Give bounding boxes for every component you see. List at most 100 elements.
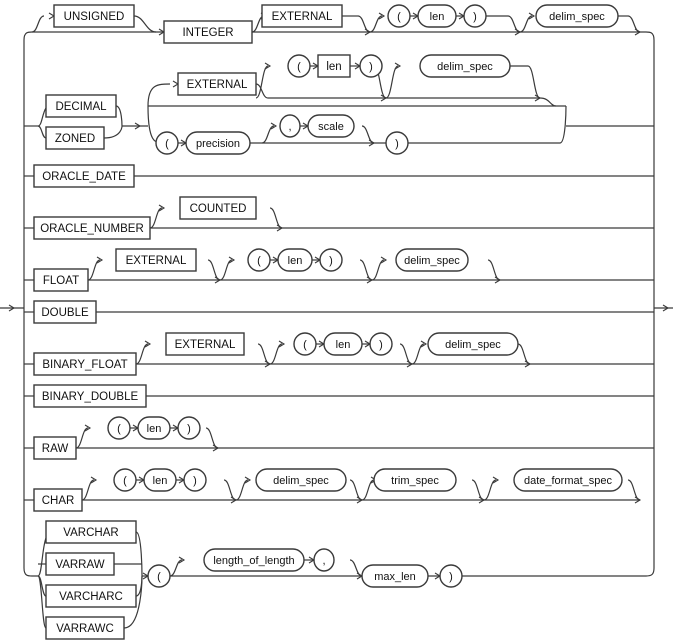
keyword-label: DECIMAL [55,101,107,113]
term-label: ) [449,571,453,583]
keyword-label: CHAR [42,495,75,507]
term-delim_spec: delim_spec [419,54,511,78]
term-scale: scale [307,114,355,138]
term-len: len [143,468,177,492]
term-delim_spec: delim_spec [427,332,519,356]
keyword-zoned: ZONED [45,126,105,150]
railroad-diagram: UNSIGNED INTEGER EXTERNAL ( len) delim_spec DE… [0,4,673,640]
connector-line [223,479,237,501]
term-lparen: ( [107,416,131,440]
term-label: ) [395,138,399,150]
term-label: len [288,255,303,267]
keyword-varraw: VARRAW [45,552,115,576]
connector-line [147,105,159,143]
keyword-raw: RAW [33,436,77,460]
term-rparen: ) [369,332,393,356]
connector-line [103,125,123,139]
term-trim_spec: trim_spec [373,468,457,492]
connector-line [269,207,283,229]
keyword-varcharc: VARCHARC [45,584,137,608]
connector-line [361,479,375,501]
keyword-float: FLOAT [33,268,89,292]
term-label: ( [123,475,127,487]
connector-line [115,105,123,127]
term-label: ( [117,423,121,435]
connector-line [399,343,413,365]
connector-line [385,65,399,99]
connector-line [507,15,521,33]
term-label: ) [329,255,333,267]
connector-line [487,259,501,281]
term-rparen: ) [177,416,201,440]
connector-line [408,105,567,144]
term-lparen: ( [155,131,179,155]
keyword-double: DOUBLE [33,300,97,324]
keyword-label: ORACLE_DATE [42,171,126,183]
term-precision: precision [185,131,251,155]
keyword-label: UNSIGNED [64,11,125,23]
keyword-external: EXTERNAL [115,248,197,272]
connector-line [135,343,149,365]
keyword-label: BINARY_DOUBLE [42,391,139,403]
connector-line [517,343,531,365]
term-date_format_spec: date_format_spec [513,468,623,492]
connector-line [37,125,47,139]
term-label: ) [187,423,191,435]
connector-line [462,567,655,577]
term-label: ) [473,11,477,23]
connector-line [357,15,371,33]
keyword-label: VARCHARC [59,591,123,603]
keyword-label: FLOAT [43,275,79,287]
connector-line [31,15,45,33]
keyword-label: EXTERNAL [175,339,236,351]
connector-line [627,15,641,33]
keyword-label: VARCHAR [63,527,118,539]
keyword-len: len [317,54,351,78]
keyword-label: EXTERNAL [187,79,248,91]
keyword-label: EXTERNAL [126,255,187,267]
term-label: , [322,555,325,567]
keyword-counted: COUNTED [179,196,257,220]
connector-line [207,259,221,281]
connector-line [411,343,425,365]
term-lparen: ( [147,564,171,588]
term-label: length_of_length [213,555,294,567]
term-label: len [147,423,162,435]
keyword-label: INTEGER [182,27,233,39]
term-label: , [288,121,291,133]
term-label: ( [165,138,169,150]
connector-line [205,427,219,449]
term-label: ) [369,61,373,73]
term-label: trim_spec [391,475,439,487]
connector-line [527,65,541,99]
term-label: max_len [374,571,416,583]
term-len: len [417,4,457,28]
keyword-integer: INTEGER [163,20,253,44]
term-label: precision [196,138,240,150]
term-label: delim_spec [445,339,501,351]
keyword-binary-double: BINARY_DOUBLE [33,384,147,408]
term-rparen: ) [359,54,383,78]
arrow-icon [172,80,180,88]
connector-line [471,479,485,501]
connector-line [349,559,363,577]
connector-line [37,107,47,127]
term-label: len [430,11,445,23]
keyword-varchar: VARCHAR [45,520,137,544]
keyword-unsigned: UNSIGNED [53,4,135,28]
term-len: len [137,416,171,440]
term-comma: , [313,548,335,572]
keyword-label: DOUBLE [41,307,89,319]
syntax-nodes: UNSIGNED INTEGER EXTERNAL ( len) delim_spec DE… [33,4,623,640]
keyword-oracle-date: ORACLE_DATE [33,164,135,188]
connector-line [81,479,95,501]
connector-line [235,479,249,501]
term-comma: , [279,114,301,138]
keyword-label: RAW [42,443,69,455]
term-len: len [277,248,313,272]
keyword-label: BINARY_FLOAT [42,359,127,371]
keyword-varrawc: VARRAWC [45,616,125,640]
keyword-label: len [326,61,341,73]
term-label: scale [318,121,344,133]
keyword-label: ZONED [55,133,95,145]
